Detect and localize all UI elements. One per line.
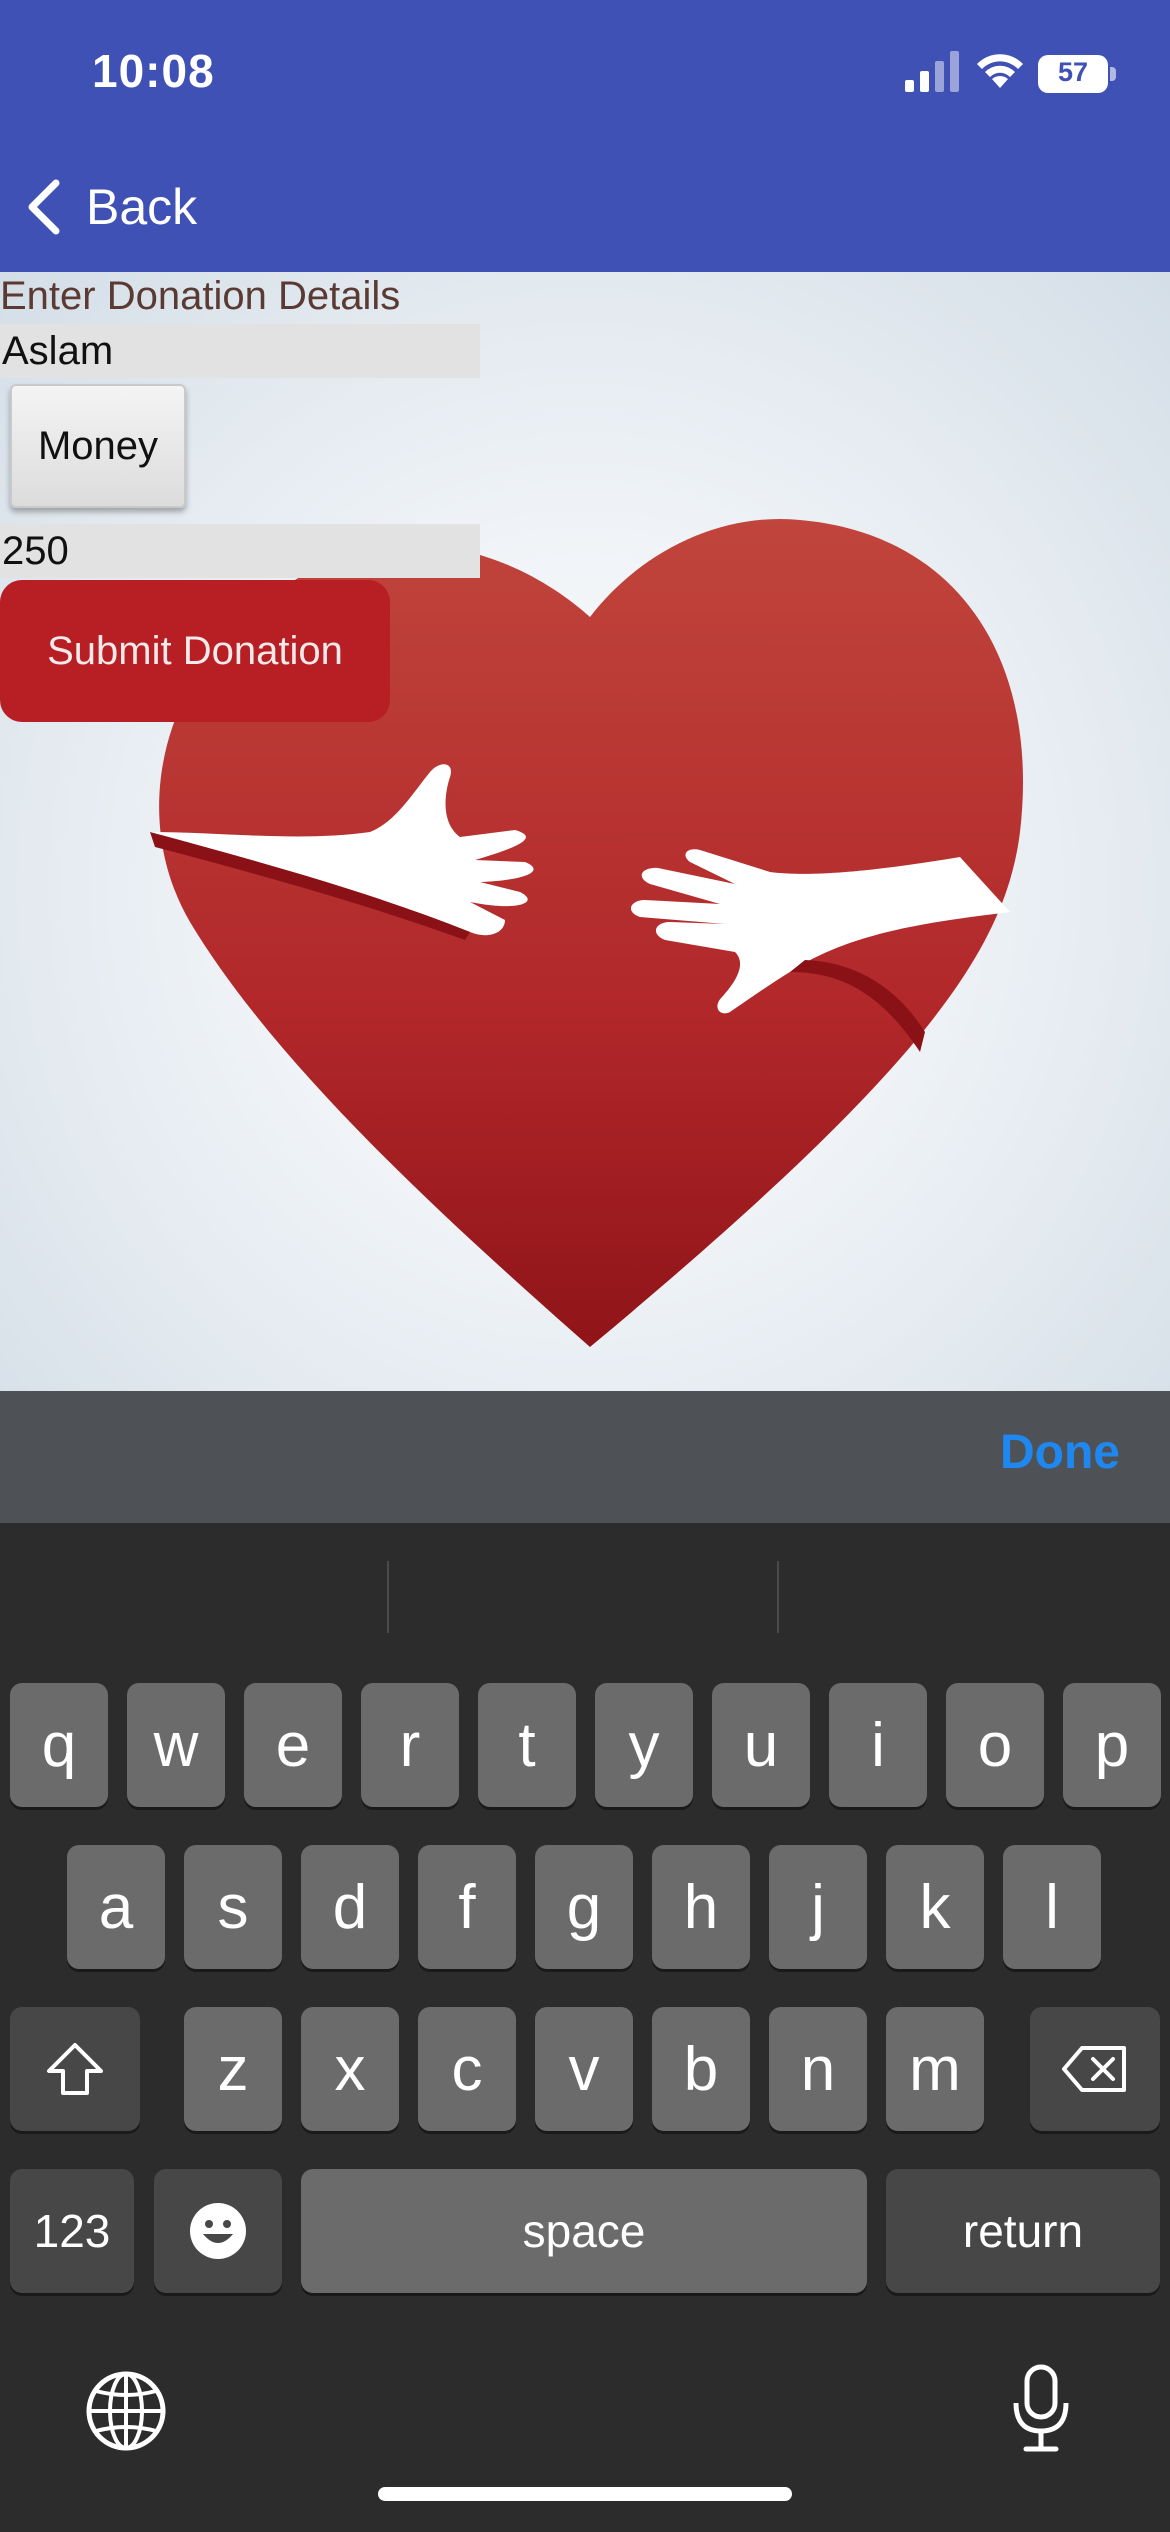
space-key[interactable]: space [301,2169,867,2293]
home-indicator[interactable] [378,2487,792,2501]
key-s[interactable]: s [184,1845,282,1969]
backspace-key[interactable] [1030,2007,1160,2131]
key-h[interactable]: h [652,1845,750,1969]
emoji-key[interactable] [154,2169,282,2293]
key-m[interactable]: m [886,2007,984,2131]
return-key[interactable]: return [886,2169,1160,2293]
key-n[interactable]: n [769,2007,867,2131]
key-a[interactable]: a [67,1845,165,1969]
top-bar: 10:08 57 Back [0,0,1170,272]
status-time: 10:08 [92,45,215,97]
key-v[interactable]: v [535,2007,633,2131]
back-label: Back [86,179,198,235]
shift-icon [47,2043,103,2095]
keyboard: q w e r t y u i o p a s d f g h j k l z … [0,1523,1170,2532]
submit-donation-button[interactable]: Submit Donation [0,580,390,722]
key-r[interactable]: r [361,1683,459,1807]
donor-name-field[interactable]: Aslam [0,324,480,378]
key-y[interactable]: y [595,1683,693,1807]
wifi-icon [977,54,1023,88]
donation-type-button[interactable]: Money [10,384,186,508]
key-g[interactable]: g [535,1845,633,1969]
key-t[interactable]: t [478,1683,576,1807]
key-d[interactable]: d [301,1845,399,1969]
chevron-left-icon [28,179,60,235]
key-z[interactable]: z [184,2007,282,2131]
shift-key[interactable] [10,2007,140,2131]
key-i[interactable]: i [829,1683,927,1807]
backspace-icon [1062,2046,1126,2092]
amount-field[interactable]: 250 [0,524,480,578]
key-e[interactable]: e [244,1683,342,1807]
suggestion-divider [387,1561,389,1633]
key-k[interactable]: k [886,1845,984,1969]
key-b[interactable]: b [652,2007,750,2131]
key-o[interactable]: o [946,1683,1044,1807]
battery-icon: 57 [1038,55,1116,93]
key-c[interactable]: c [418,2007,516,2131]
form-title: Enter Donation Details [0,274,401,318]
emoji-icon [190,2203,246,2259]
key-l[interactable]: l [1003,1845,1101,1969]
cellular-signal-icon [905,51,959,92]
key-f[interactable]: f [418,1845,516,1969]
key-p[interactable]: p [1063,1683,1161,1807]
suggestion-divider [777,1561,779,1633]
key-x[interactable]: x [301,2007,399,2131]
keyboard-accessory-bar: Done [0,1391,1170,1523]
microphone-icon[interactable] [1010,2363,1072,2455]
back-button[interactable]: Back [24,172,197,242]
key-u[interactable]: u [712,1683,810,1807]
key-w[interactable]: w [127,1683,225,1807]
numbers-key[interactable]: 123 [10,2169,134,2293]
battery-level: 57 [1057,57,1089,87]
key-j[interactable]: j [769,1845,867,1969]
key-q[interactable]: q [10,1683,108,1807]
donation-form-screen: Enter Donation Details Aslam Money 250 S… [0,272,1170,1391]
done-button[interactable]: Done [1000,1425,1120,1480]
globe-icon[interactable] [84,2369,168,2453]
